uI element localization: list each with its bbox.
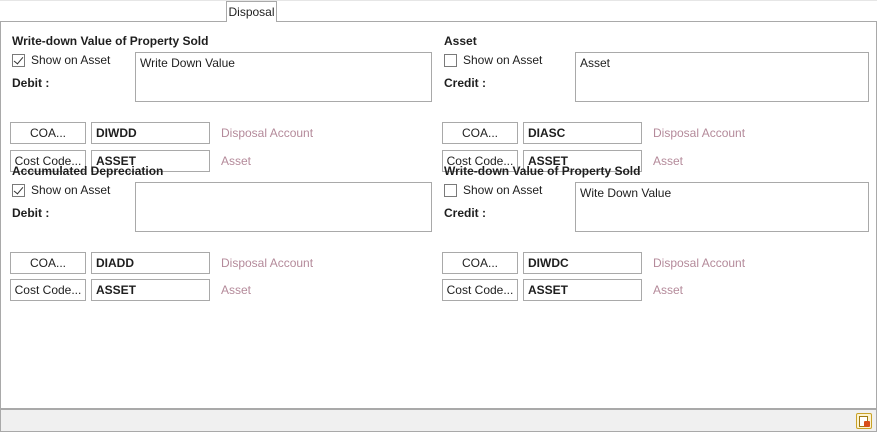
show-on-asset-checkbox[interactable]	[12, 183, 25, 197]
memo-field[interactable]: Wite Down Value	[575, 182, 869, 232]
show-on-asset-label: Show on Asset	[31, 183, 111, 197]
show-on-asset-row[interactable]: Show on Asset	[12, 53, 110, 67]
show-on-asset-checkbox[interactable]	[444, 183, 457, 197]
memo-field[interactable]	[135, 182, 432, 232]
cost-code-field[interactable]: ASSET	[523, 279, 642, 301]
coa-code-field[interactable]: DIWDC	[523, 252, 642, 274]
show-on-asset-row[interactable]: Show on Asset	[444, 183, 542, 197]
coa-description: Disposal Account	[221, 126, 314, 140]
section-asset-credit: Asset Show on Asset Credit : Asset COA..…	[442, 34, 874, 172]
coa-button[interactable]: COA...	[442, 252, 518, 274]
cost-code-button[interactable]: Cost Code...	[442, 279, 518, 301]
credit-label: Credit :	[444, 76, 486, 90]
section-title: Write-down Value of Property Sold	[12, 34, 209, 48]
section-title: Accumulated Depreciation	[12, 164, 164, 178]
cost-code-description: Asset	[221, 283, 252, 297]
coa-description: Disposal Account	[221, 256, 314, 270]
section-accumulated-depreciation-debit: Accumulated Depreciation Show on Asset D…	[10, 164, 442, 301]
show-on-asset-label: Show on Asset	[31, 53, 111, 67]
coa-button[interactable]: COA...	[442, 122, 518, 144]
show-on-asset-row[interactable]: Show on Asset	[444, 53, 542, 67]
cost-code-description: Asset	[653, 283, 684, 297]
credit-label: Credit :	[444, 206, 486, 220]
section-title: Write-down Value of Property Sold	[444, 164, 641, 178]
coa-code-field[interactable]: DIWDD	[91, 122, 210, 144]
coa-button[interactable]: COA...	[10, 122, 86, 144]
status-bar	[0, 409, 877, 432]
show-on-asset-checkbox[interactable]	[12, 53, 25, 67]
top-divider	[0, 0, 877, 1]
coa-code-field[interactable]: DIASC	[523, 122, 642, 144]
cost-code-field[interactable]: ASSET	[91, 279, 210, 301]
show-on-asset-row[interactable]: Show on Asset	[12, 183, 110, 197]
memo-field[interactable]: Write Down Value	[135, 52, 432, 102]
section-title: Asset	[444, 34, 477, 48]
debit-label: Debit :	[12, 206, 50, 220]
coa-button[interactable]: COA...	[10, 252, 86, 274]
show-on-asset-label: Show on Asset	[463, 183, 543, 197]
section-writedown-credit: Write-down Value of Property Sold Show o…	[442, 164, 874, 301]
report-icon[interactable]	[856, 413, 872, 429]
disposal-panel: Write-down Value of Property Sold Show o…	[0, 21, 877, 409]
memo-field[interactable]: Asset	[575, 52, 869, 102]
debit-label: Debit :	[12, 76, 50, 90]
tab-label: Disposal	[228, 5, 275, 19]
section-writedown-debit: Write-down Value of Property Sold Show o…	[10, 34, 442, 172]
show-on-asset-label: Show on Asset	[463, 53, 543, 67]
coa-description: Disposal Account	[653, 126, 746, 140]
show-on-asset-checkbox[interactable]	[444, 53, 457, 67]
cost-code-button[interactable]: Cost Code...	[10, 279, 86, 301]
coa-description: Disposal Account	[653, 256, 746, 270]
tab-disposal[interactable]: Disposal	[226, 1, 277, 22]
coa-code-field[interactable]: DIADD	[91, 252, 210, 274]
